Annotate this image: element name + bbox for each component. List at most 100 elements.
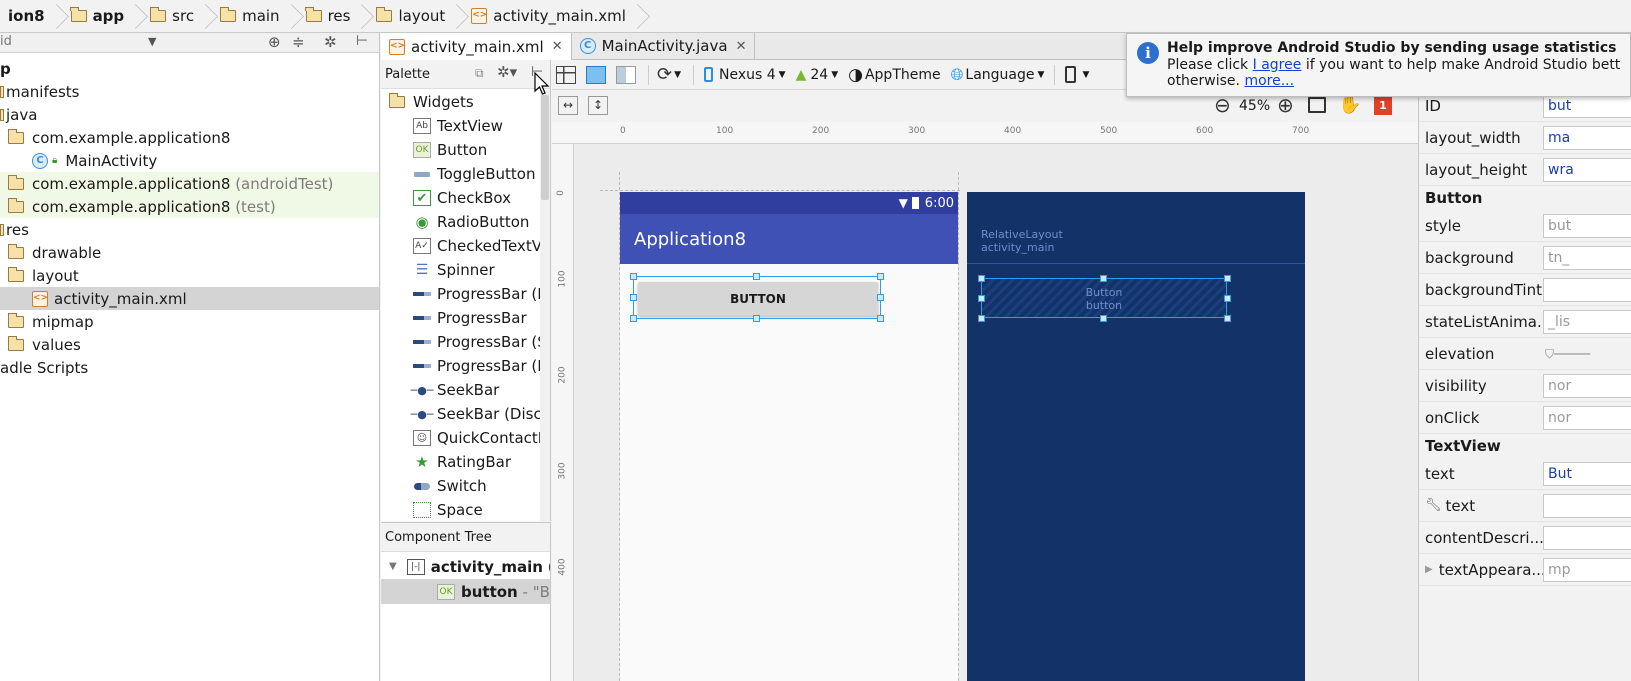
elevation-slider[interactable]: ⛉───── [1545, 347, 1590, 362]
api-dropdown[interactable]: ▲ 24 ▼ [796, 67, 839, 83]
palette-item-togglebutton[interactable]: ToggleButton [381, 162, 550, 186]
resize-handle[interactable] [1100, 315, 1107, 322]
component-tree-button[interactable]: OK button - "But [381, 579, 550, 604]
prop-text[interactable]: text But [1419, 458, 1631, 490]
prop-tools-text[interactable]: 🔧︎ text [1419, 490, 1631, 522]
language-dropdown[interactable]: 🌐︎ Language ▼ [951, 65, 1045, 85]
palette-item-checkbox[interactable]: ✔ CheckBox [381, 186, 550, 210]
breadcrumb-src[interactable]: src [142, 0, 212, 32]
palette-item-seekbar-discrete[interactable]: ─●─SeekBar (Discrete) [381, 402, 550, 426]
palette-item-checkedtextview[interactable]: A✓CheckedTextView [381, 234, 550, 258]
breadcrumb-file[interactable]: <> activity_main.xml [463, 0, 644, 32]
tree-item-activity-main[interactable]: <> activity_main.xml [0, 287, 379, 310]
chevron-down-icon[interactable]: ▼ [674, 70, 681, 80]
expand-horizontal-icon[interactable]: ↔ [558, 96, 578, 115]
palette-item-textview[interactable]: Ab TextView [381, 114, 550, 138]
resize-handle[interactable] [630, 294, 637, 301]
resize-handle[interactable] [877, 315, 884, 322]
blueprint-view-icon[interactable] [586, 65, 606, 84]
palette-item-quickcontactbadge[interactable]: ☺QuickContactBadge [381, 426, 550, 450]
usage-statistics-notification[interactable]: i Help improve Android Studio by sending… [1126, 33, 1631, 97]
breadcrumb-layout[interactable]: layout [368, 0, 463, 32]
tree-item-app[interactable]: p [0, 57, 379, 80]
palette-item-ratingbar[interactable]: ★ RatingBar [381, 450, 550, 474]
resize-handle[interactable] [630, 315, 637, 322]
prop-layout-height-value[interactable]: wra [1543, 158, 1631, 182]
orientation-icon[interactable]: ⟳ [657, 64, 672, 85]
palette-item-progressbar-horizontal[interactable]: ProgressBar (Horizontal) [381, 354, 550, 378]
blueprint-preview[interactable]: RelativeLayout activity_main Button butt… [967, 192, 1305, 681]
resize-handle[interactable] [978, 295, 985, 302]
resize-handle[interactable] [877, 294, 884, 301]
palette-item-seekbar[interactable]: ─●─ SeekBar [381, 378, 550, 402]
resize-handle[interactable] [978, 275, 985, 282]
locate-icon[interactable]: ⊕ [268, 33, 281, 51]
prop-style[interactable]: style but [1419, 210, 1631, 242]
prop-style-value[interactable]: but [1543, 214, 1631, 238]
palette-item-spinner[interactable]: ☰ Spinner [381, 258, 550, 282]
tab-activity-main[interactable]: <> activity_main.xml ✕ [381, 33, 572, 60]
error-badge[interactable]: 1 [1374, 97, 1392, 115]
resize-handle[interactable] [1224, 275, 1231, 282]
expand-icon[interactable]: ▼ [389, 561, 397, 572]
project-view-dropdown[interactable]: id [0, 34, 12, 49]
prop-elevation[interactable]: elevation ⛉───── [1419, 338, 1631, 370]
tree-item-manifests[interactable]: manifests [0, 80, 379, 103]
prop-content-description[interactable]: contentDescri... [1419, 522, 1631, 554]
close-icon[interactable]: ✕ [552, 39, 563, 54]
prop-state-list-animator-value[interactable]: _lis [1543, 310, 1631, 334]
resize-handle[interactable] [1100, 275, 1107, 282]
gear-icon[interactable]: ✲ [324, 33, 337, 51]
design-canvas[interactable]: 0 100 200 300 400 500 600 700 0 100 200 … [552, 122, 1418, 681]
design-view-icon[interactable] [556, 65, 576, 84]
resize-handle[interactable] [877, 273, 884, 280]
copy-icon[interactable]: ⧉ [475, 66, 484, 81]
both-view-icon[interactable] [616, 65, 636, 84]
prop-background-value[interactable]: tn_ [1543, 246, 1631, 270]
prop-text-appearance-value[interactable]: mp [1543, 558, 1631, 582]
tree-item-res[interactable]: res [0, 218, 379, 241]
prop-visibility[interactable]: visibility nor [1419, 370, 1631, 402]
prop-text-appearance[interactable]: ▶ textAppeara... mp [1419, 554, 1631, 586]
resize-handle[interactable] [978, 315, 985, 322]
tree-item-package-test[interactable]: com.example.application8 (test) [0, 195, 379, 218]
prop-visibility-value[interactable]: nor [1543, 374, 1631, 398]
scrollbar-thumb[interactable] [541, 95, 549, 200]
tree-item-package[interactable]: com.example.application8 [0, 126, 379, 149]
prop-onclick-value[interactable]: nor [1543, 406, 1631, 430]
more-link[interactable]: more... [1244, 73, 1294, 89]
palette-item-button[interactable]: OK Button [381, 138, 550, 162]
device-dropdown[interactable]: Nexus 4 ▼ [704, 67, 786, 83]
zoom-fit-icon[interactable] [1308, 97, 1326, 113]
resize-handle[interactable] [1224, 315, 1231, 322]
prop-text-value[interactable]: But [1543, 462, 1631, 486]
prop-layout-height[interactable]: layout_height wra [1419, 154, 1631, 186]
tree-item-java[interactable]: java [0, 103, 379, 126]
palette-group-widgets[interactable]: Widgets [381, 90, 550, 114]
expand-icon[interactable]: ▶ [1425, 564, 1433, 575]
palette-item-switch[interactable]: Switch [381, 474, 550, 498]
tree-item-gradle-scripts[interactable]: adle Scripts [0, 356, 379, 379]
device-preview[interactable]: ▼ 6:00 Application8 BUTTON [620, 192, 958, 681]
resize-handle[interactable] [753, 273, 760, 280]
tree-item-layout[interactable]: layout [0, 264, 379, 287]
prop-state-list-animator[interactable]: stateListAnima... _lis [1419, 306, 1631, 338]
resize-handle[interactable] [630, 273, 637, 280]
prop-layout-width[interactable]: layout_width ma [1419, 122, 1631, 154]
breadcrumb-main[interactable]: main [212, 0, 297, 32]
agree-link[interactable]: I agree [1253, 57, 1302, 73]
tree-item-values[interactable]: values [0, 333, 379, 356]
palette-item-radiobutton[interactable]: ◉ RadioButton [381, 210, 550, 234]
tree-item-package-androidtest[interactable]: com.example.application8 (androidTest) [0, 172, 379, 195]
prop-tools-text-value[interactable] [1543, 494, 1631, 518]
palette-item-space[interactable]: Space [381, 498, 550, 522]
theme-dropdown[interactable]: ◑ AppTheme [848, 65, 940, 85]
prop-background[interactable]: background tn_ [1419, 242, 1631, 274]
breadcrumb-app[interactable]: app [63, 0, 143, 32]
prop-onclick[interactable]: onClick nor [1419, 402, 1631, 434]
palette-item-progressbar-small[interactable]: ProgressBar (Small) [381, 330, 550, 354]
prop-id-value[interactable]: but [1543, 94, 1631, 118]
prop-background-tint-value[interactable] [1543, 278, 1631, 302]
collapse-icon[interactable]: ≑ [292, 33, 305, 51]
prop-layout-width-value[interactable]: ma [1543, 126, 1631, 150]
